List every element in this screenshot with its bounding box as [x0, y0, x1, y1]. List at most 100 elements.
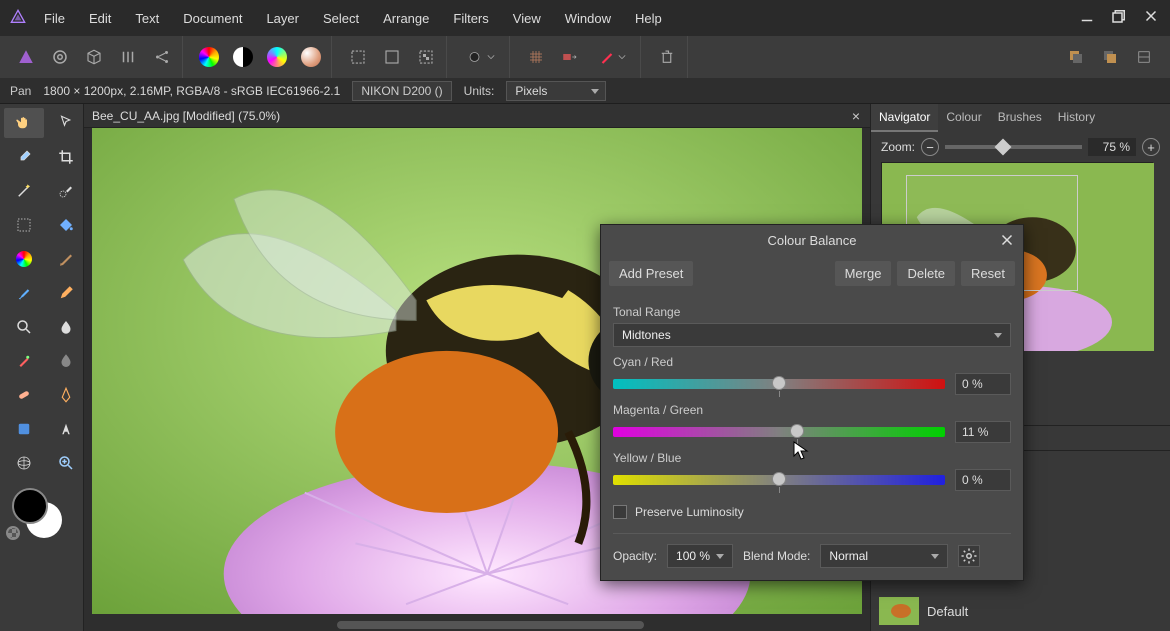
menu-file[interactable]: File [32, 3, 77, 34]
magic-wand-tool[interactable] [4, 176, 44, 206]
smudge-tool[interactable] [46, 346, 86, 376]
arrange-front-icon[interactable] [1096, 43, 1124, 71]
logo-button[interactable] [12, 43, 40, 71]
color-swatch[interactable] [4, 488, 86, 544]
swatch-none-icon[interactable] [6, 526, 20, 540]
zoom-value[interactable]: 75 % [1088, 138, 1136, 156]
menu-text[interactable]: Text [123, 3, 171, 34]
menu-document[interactable]: Document [171, 3, 254, 34]
marquee-tool[interactable] [4, 210, 44, 240]
arrange-back-icon[interactable] [1062, 43, 1090, 71]
pen-tool[interactable] [46, 244, 86, 274]
marquee-dashed-icon[interactable] [344, 43, 372, 71]
camera-info[interactable]: NIKON D200 () [352, 81, 451, 101]
settings-gear-button[interactable] [958, 545, 980, 567]
trash-icon[interactable] [653, 43, 681, 71]
colour-balance-dialog: Colour Balance Add Preset Merge Delete R… [600, 224, 1024, 581]
document-tab-close-icon[interactable]: × [852, 108, 860, 124]
pencil-tool[interactable] [46, 278, 86, 308]
autowb-icon[interactable] [297, 43, 325, 71]
mesh-tool[interactable] [4, 448, 44, 478]
flatten-icon[interactable] [1130, 43, 1158, 71]
opacity-label: Opacity: [613, 549, 657, 563]
brush-tool[interactable] [4, 278, 44, 308]
document-tab[interactable]: Bee_CU_AA.jpg [Modified] (75.0%) × [84, 104, 870, 128]
dialog-close-button[interactable] [997, 230, 1017, 250]
gradient-tool[interactable] [4, 244, 44, 274]
document-tab-label: Bee_CU_AA.jpg [Modified] (75.0%) [92, 109, 280, 123]
zoom-slider[interactable] [945, 145, 1082, 149]
selection-brush-tool[interactable] [46, 176, 86, 206]
highlighter-dropdown[interactable] [590, 43, 634, 71]
panel-tab-history[interactable]: History [1050, 104, 1103, 132]
menu-arrange[interactable]: Arrange [371, 3, 441, 34]
crop-tool[interactable] [46, 142, 86, 172]
blend-mode-select[interactable]: Normal [820, 544, 948, 568]
units-label: Units: [464, 84, 495, 98]
menu-layer[interactable]: Layer [254, 3, 311, 34]
vector-pen-tool[interactable] [46, 380, 86, 410]
merge-button[interactable]: Merge [835, 261, 892, 286]
window-minimize-button[interactable] [1072, 4, 1102, 28]
eyedropper-tool[interactable] [4, 142, 44, 172]
share-icon[interactable] [148, 43, 176, 71]
units-select[interactable]: Pixels [506, 81, 606, 101]
cyan-red-value[interactable]: 0 % [955, 373, 1011, 395]
autocontrast-icon[interactable] [229, 43, 257, 71]
menu-window[interactable]: Window [553, 3, 623, 34]
preserve-luminosity-checkbox[interactable] [613, 505, 627, 519]
zoom-plus-tool[interactable] [46, 448, 86, 478]
delete-button[interactable]: Delete [897, 261, 955, 286]
grid-icon[interactable] [522, 43, 550, 71]
swatch-primary[interactable] [12, 488, 48, 524]
move-right-icon[interactable] [556, 43, 584, 71]
panel-tab-colour[interactable]: Colour [938, 104, 989, 132]
menu-help[interactable]: Help [623, 3, 674, 34]
cube-icon[interactable] [80, 43, 108, 71]
tool-panel [0, 104, 84, 631]
text-tool[interactable] [46, 414, 86, 444]
dialog-title: Colour Balance [768, 233, 857, 248]
window-close-button[interactable] [1136, 4, 1166, 28]
horizontal-scrollbar[interactable] [92, 619, 858, 631]
target-icon[interactable] [46, 43, 74, 71]
layer-entry[interactable]: Default [871, 591, 1170, 631]
yellow-blue-value[interactable]: 0 % [955, 469, 1011, 491]
move-tool[interactable] [46, 108, 86, 138]
opacity-select[interactable]: 100 % [667, 544, 733, 568]
window-restore-button[interactable] [1104, 4, 1134, 28]
menu-filters[interactable]: Filters [441, 3, 500, 34]
blur-tool[interactable] [46, 312, 86, 342]
marquee-solid-icon[interactable] [378, 43, 406, 71]
menu-select[interactable]: Select [311, 3, 371, 34]
menu-edit[interactable]: Edit [77, 3, 123, 34]
magenta-green-value[interactable]: 11 % [955, 421, 1011, 443]
pan-tool[interactable] [4, 108, 44, 138]
cyan-red-slider[interactable] [613, 379, 945, 389]
autolevels-icon[interactable] [195, 43, 223, 71]
yellow-blue-slider[interactable] [613, 475, 945, 485]
autocolor-icon[interactable] [263, 43, 291, 71]
quickmask-dropdown[interactable] [459, 43, 503, 71]
panel-tab-navigator[interactable]: Navigator [871, 104, 938, 132]
tonal-range-select[interactable]: Midtones [613, 323, 1011, 347]
heal-tool[interactable] [4, 380, 44, 410]
reset-button[interactable]: Reset [961, 261, 1015, 286]
align-icon[interactable] [114, 43, 142, 71]
shape-tool[interactable] [4, 414, 44, 444]
tonal-range-label: Tonal Range [613, 305, 1011, 319]
menu-bar: FileEditTextDocumentLayerSelectArrangeFi… [0, 0, 1170, 36]
menu-view[interactable]: View [501, 3, 553, 34]
fill-tool[interactable] [46, 210, 86, 240]
marquee-checker-icon[interactable] [412, 43, 440, 71]
cyan-red-label: Cyan / Red [613, 355, 1011, 369]
zoom-tool-panel[interactable] [4, 312, 44, 342]
zoom-out-button[interactable]: − [921, 138, 939, 156]
dialog-titlebar[interactable]: Colour Balance [601, 225, 1023, 255]
context-bar: Pan 1800 × 1200px, 2.16MP, RGBA/8 - sRGB… [0, 78, 1170, 104]
magenta-green-slider[interactable] [613, 427, 945, 437]
panel-tab-brushes[interactable]: Brushes [990, 104, 1050, 132]
mixer-brush-tool[interactable] [4, 346, 44, 376]
add-preset-button[interactable]: Add Preset [609, 261, 693, 286]
zoom-in-button[interactable]: + [1142, 138, 1160, 156]
